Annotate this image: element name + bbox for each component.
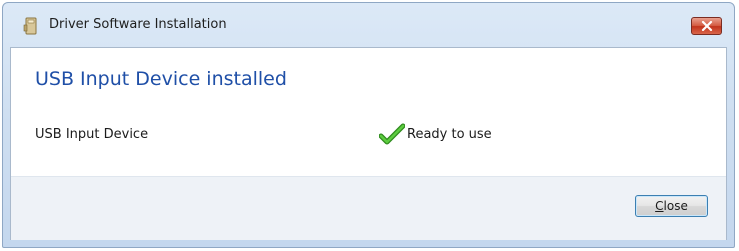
close-button-accelerator: C xyxy=(655,199,664,213)
driver-install-dialog: Driver Software Installation USB Input D… xyxy=(2,2,735,248)
green-checkmark-icon xyxy=(378,123,406,145)
window-title: Driver Software Installation xyxy=(49,17,227,32)
device-name: USB Input Device xyxy=(35,127,149,142)
dialog-footer: Close xyxy=(11,176,726,240)
page: Driver Software Installation USB Input D… xyxy=(0,0,739,251)
title-bar[interactable]: Driver Software Installation xyxy=(3,3,734,47)
device-row: USB Input Device Ready to use xyxy=(11,123,726,147)
driver-installer-icon xyxy=(23,17,39,35)
device-status: Ready to use xyxy=(407,127,492,142)
page-title: USB Input Device installed xyxy=(35,68,287,90)
dialog-content: USB Input Device installed USB Input Dev… xyxy=(10,47,727,240)
close-button[interactable]: Close xyxy=(635,195,708,217)
close-icon[interactable] xyxy=(691,17,722,35)
close-button-label: lose xyxy=(663,199,688,213)
